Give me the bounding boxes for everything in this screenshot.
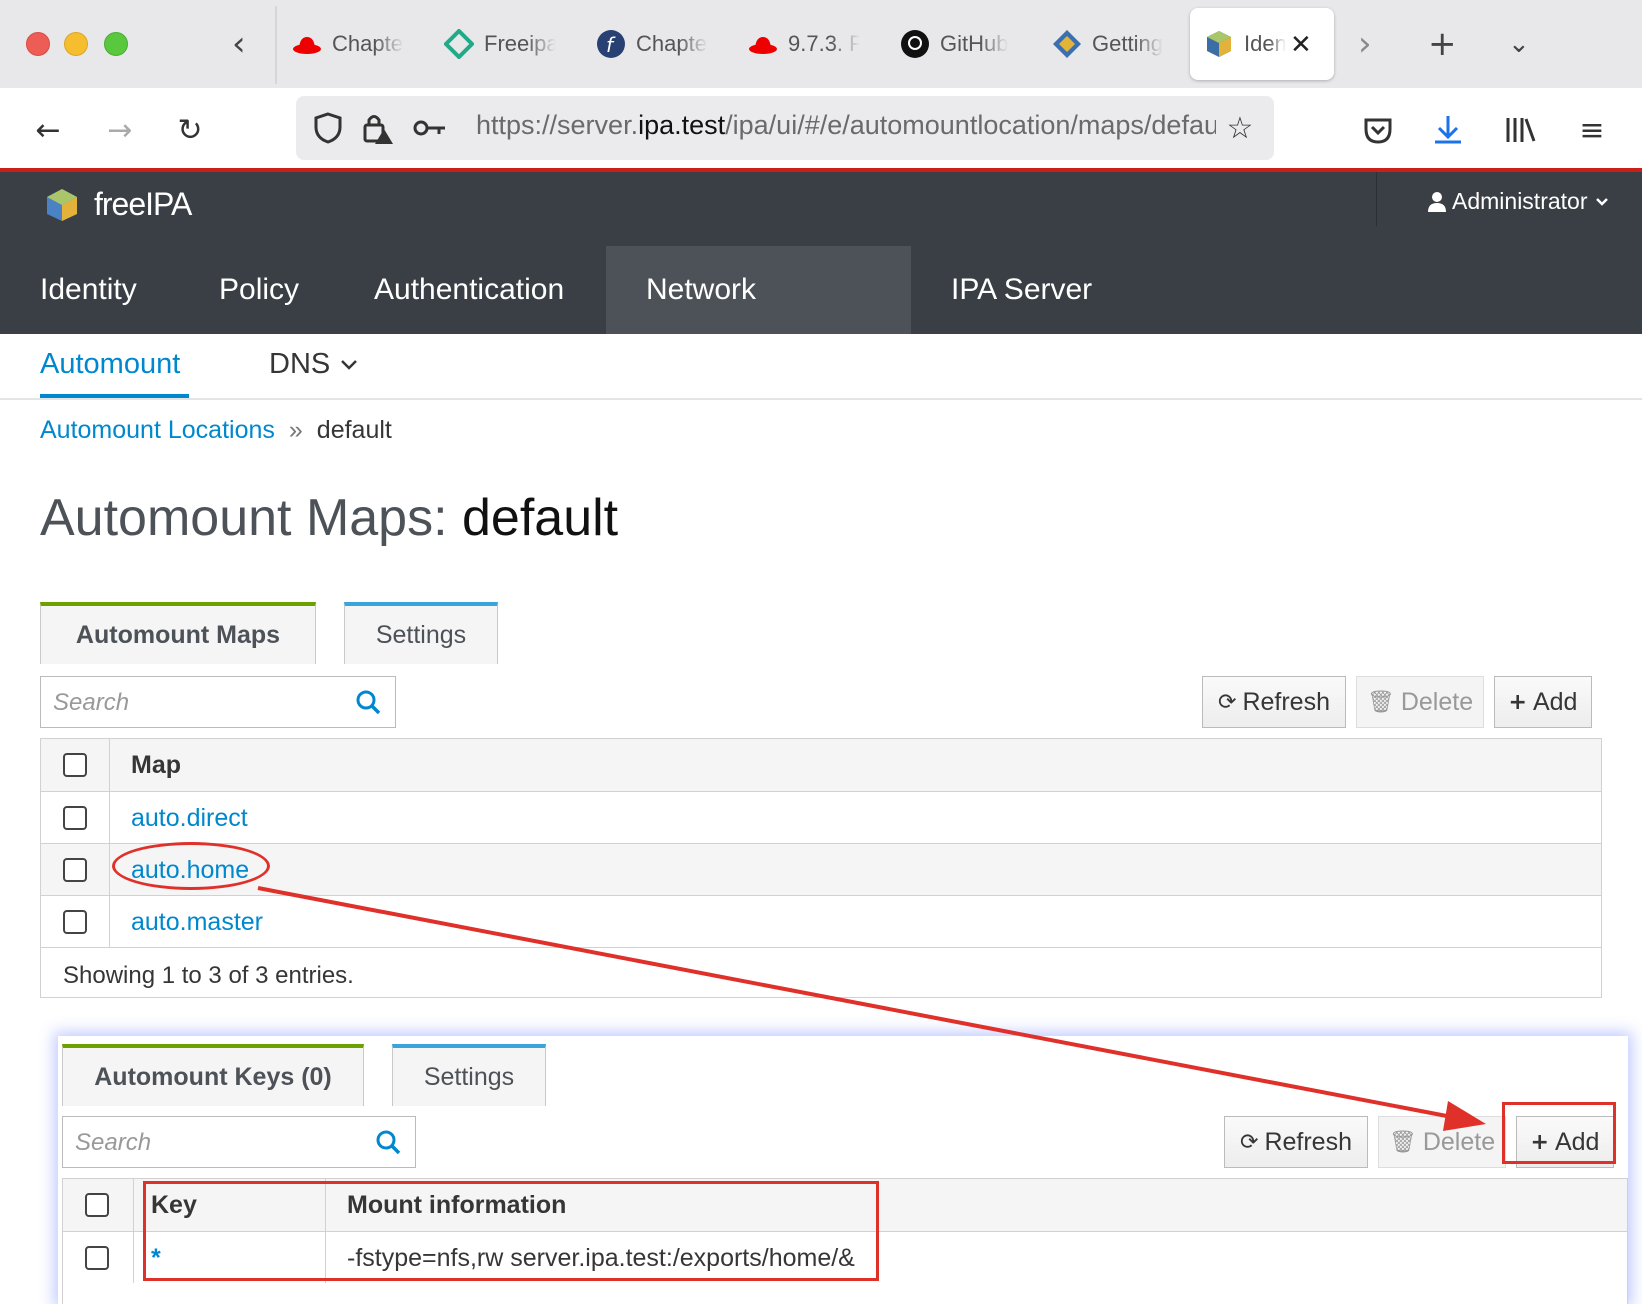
annotation-arrow: [257, 886, 1486, 1131]
